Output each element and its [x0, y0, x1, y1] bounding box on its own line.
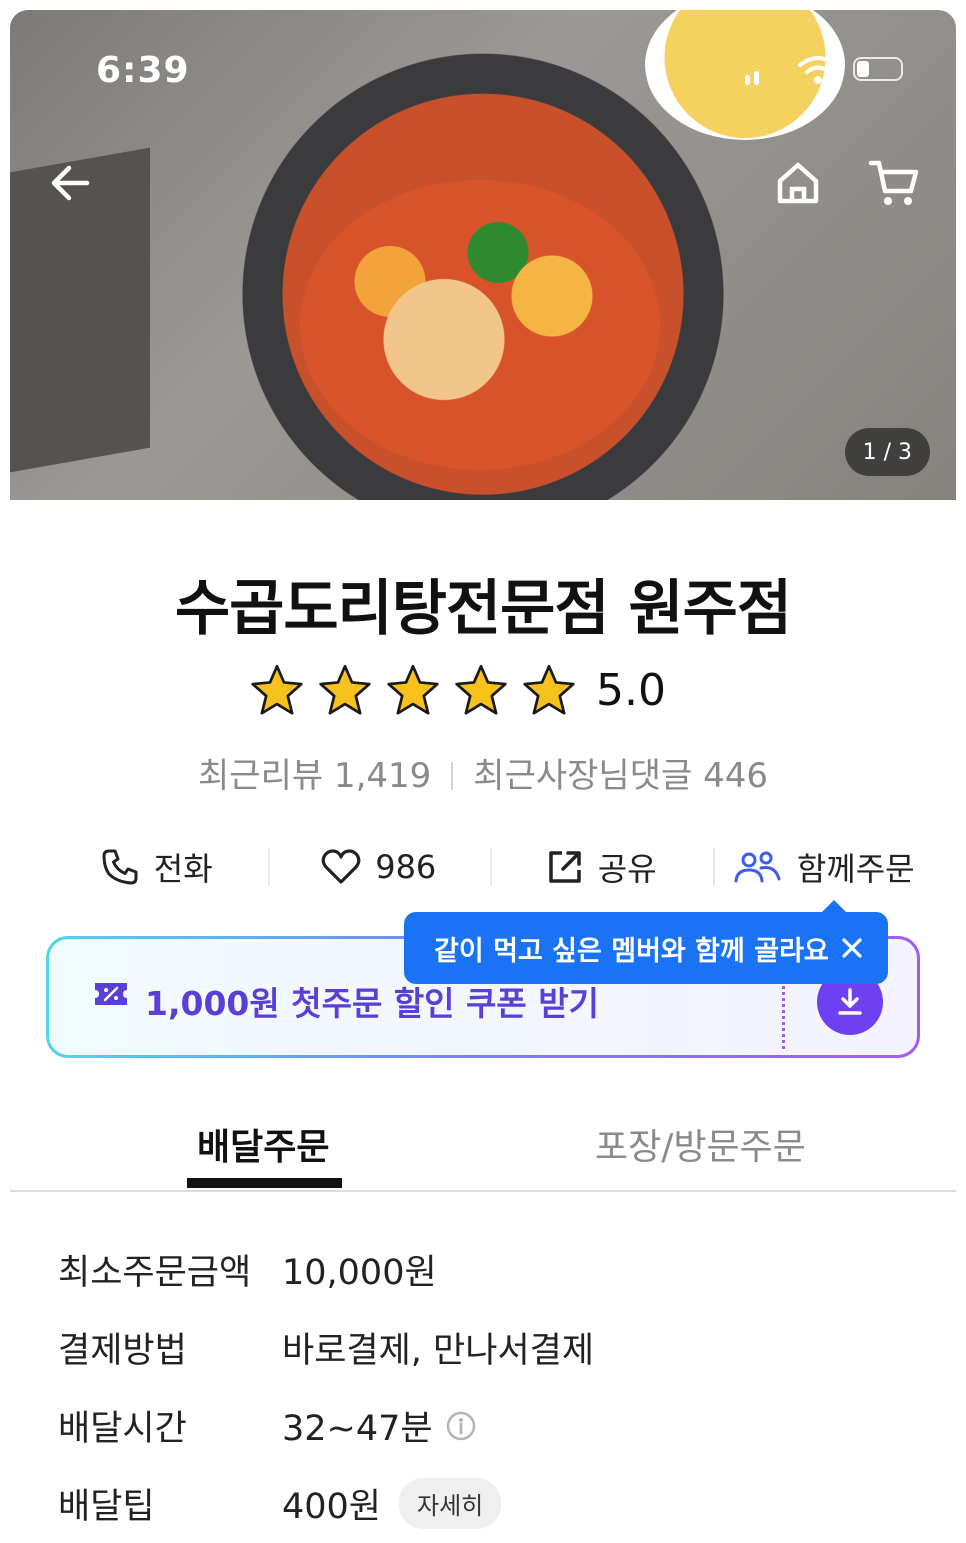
wifi-icon	[798, 56, 838, 84]
group-order-label: 함께주문	[796, 850, 915, 888]
rating-row[interactable]: 5.0	[250, 660, 666, 720]
delivery-tip-detail-button[interactable]: 자세히	[399, 1478, 502, 1529]
call-label: 전화	[153, 850, 213, 888]
coupon-label: 1,000원 첫주문 할인 쿠폰 받기	[145, 984, 599, 1023]
ticket-icon	[95, 983, 127, 1005]
info-icon[interactable]	[445, 1410, 477, 1442]
share-label: 공유	[597, 850, 657, 888]
min-order-label: 최소주문금액	[58, 1253, 252, 1293]
delivery-time-label: 배달시간	[58, 1409, 187, 1449]
star-icon	[455, 664, 507, 715]
info-row-delivery-time: 배달시간 32~47분	[58, 1400, 477, 1451]
delivery-tip-group: 400원 자세히	[282, 1478, 502, 1529]
hero-food-dish	[300, 180, 660, 470]
tab-pickup[interactable]: 포장/방문주문	[595, 1118, 806, 1170]
payment-label: 결제방법	[58, 1331, 187, 1371]
download-icon	[838, 988, 862, 1015]
delivery-time-value: 32~47분	[282, 1409, 433, 1449]
cart-button[interactable]	[866, 155, 922, 211]
star-icon	[523, 664, 575, 715]
recent-reviews[interactable]: 최근리뷰 1,419	[198, 756, 431, 796]
meta-divider	[451, 762, 454, 790]
star-icon	[251, 664, 303, 715]
review-meta[interactable]: 최근리뷰 1,419 최근사장님댓글 446	[0, 748, 966, 797]
share-button[interactable]: 공유	[490, 838, 713, 896]
share-icon	[549, 851, 581, 883]
signal-bar	[745, 75, 750, 85]
info-row-min-order: 최소주문금액 10,000원	[58, 1244, 437, 1295]
call-button[interactable]: 전화	[45, 838, 268, 896]
group-order-button[interactable]: 함께주문	[712, 838, 936, 896]
min-order-value: 10,000원	[282, 1253, 437, 1293]
status-icons	[745, 55, 915, 87]
battery-icon	[853, 57, 903, 81]
close-icon[interactable]	[838, 934, 866, 962]
home-button[interactable]	[770, 155, 826, 211]
tooltip-text: 같이 먹고 싶은 멤버와 함께 골라요	[434, 935, 829, 967]
like-button[interactable]: 986	[267, 838, 491, 896]
group-icon	[734, 851, 781, 883]
delivery-tip-label: 배달팁	[58, 1487, 155, 1527]
payment-value: 바로결제, 만나서결제	[282, 1331, 595, 1371]
star-icon	[319, 664, 371, 715]
status-time: 6:39	[96, 50, 190, 91]
rating-score: 5.0	[596, 664, 666, 716]
group-order-tooltip: 같이 먹고 싶은 멤버와 함께 골라요	[404, 900, 888, 984]
back-button[interactable]	[42, 155, 98, 211]
star-icon	[387, 664, 439, 715]
order-type-tabs: 배달주문 포장/방문주문	[10, 1100, 956, 1192]
delivery-time-group: 32~47분	[282, 1400, 477, 1451]
tab-delivery[interactable]: 배달주문	[197, 1118, 329, 1170]
info-row-payment: 결제방법 바로결제, 만나서결제	[58, 1322, 594, 1373]
home-icon	[777, 162, 819, 204]
recent-owner-replies[interactable]: 최근사장님댓글 446	[473, 756, 768, 796]
phone-icon	[102, 849, 138, 885]
cart-icon	[868, 160, 919, 205]
like-count: 986	[375, 848, 437, 886]
signal-bar	[754, 71, 759, 85]
image-counter: 1 / 3	[844, 428, 930, 476]
store-name: 수곱도리탕전문점 원주점	[174, 574, 792, 644]
store-actions: 전화 986 공유 함께주문	[45, 838, 935, 896]
back-arrow-icon	[51, 165, 90, 201]
active-tab-indicator	[187, 1178, 342, 1188]
heart-icon	[321, 849, 361, 884]
info-row-delivery-tip: 배달팁 400원 자세히	[58, 1478, 502, 1529]
delivery-tip-value: 400원	[282, 1487, 382, 1527]
